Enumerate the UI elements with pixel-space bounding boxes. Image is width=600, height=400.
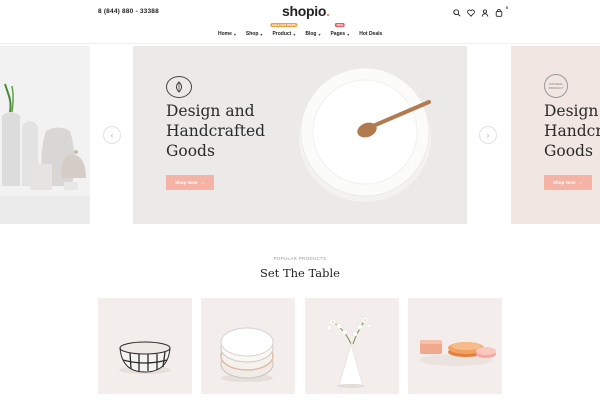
heart-icon[interactable] bbox=[466, 8, 476, 18]
chevron-down-icon: ▾ bbox=[318, 31, 321, 37]
slider-prev-button[interactable]: ‹ bbox=[103, 126, 121, 144]
chevron-down-icon: ▾ bbox=[260, 31, 263, 37]
logo[interactable]: shopio. bbox=[282, 3, 330, 19]
nav-item-blog[interactable]: Blog ▾ bbox=[305, 31, 320, 37]
header-icons: 0 bbox=[452, 5, 508, 18]
main-nav: Home ▾ Shop ▾ SALE HOT ITEMS Product ▾ Blog… bbox=[218, 23, 382, 37]
hero-title-line-2: Handcrafted bbox=[166, 122, 266, 140]
product-card[interactable] bbox=[98, 298, 192, 394]
plates-image bbox=[220, 327, 274, 382]
dishes-image bbox=[420, 340, 496, 366]
next-shop-now-button[interactable]: Shop Now → bbox=[544, 175, 592, 190]
search-icon[interactable] bbox=[452, 8, 462, 18]
chevron-down-icon: ▾ bbox=[347, 31, 350, 37]
chevron-down-icon: ▾ bbox=[233, 31, 236, 37]
nav-item-shop[interactable]: Shop ▾ bbox=[246, 31, 263, 37]
next-title-line-3: Goods bbox=[544, 142, 593, 160]
product-card[interactable] bbox=[201, 298, 295, 394]
section-subtitle: POPULAR PRODUCTS bbox=[273, 256, 327, 261]
nav-label: Home bbox=[218, 31, 232, 37]
hero-slide-active: Design and Handcrafted Goods Shop Now → bbox=[133, 46, 467, 224]
phone-number[interactable]: 8 (844) 880 - 33388 bbox=[98, 8, 159, 15]
flower-vase-image bbox=[326, 316, 372, 388]
shop-now-button[interactable]: Shop Now → bbox=[166, 175, 214, 190]
chevron-down-icon: ▾ bbox=[293, 31, 296, 37]
hero-title-line-1: Design and bbox=[166, 102, 255, 120]
nav-item-product[interactable]: SALE HOT ITEMS Product ▾ bbox=[270, 23, 298, 37]
nav-item-hot-deals[interactable]: Hot Deals bbox=[359, 31, 382, 37]
badge-line-2: PRODUCT bbox=[548, 86, 564, 90]
sale-badge: SALE HOT ITEMS bbox=[270, 23, 298, 27]
nav-label: Product bbox=[272, 31, 292, 37]
chevron-right-icon: › bbox=[486, 130, 490, 140]
next-hero-title: Design Handcr Goods bbox=[544, 101, 600, 161]
nav-label: Blog bbox=[305, 31, 317, 37]
new-badge: NEW bbox=[334, 23, 346, 27]
natural-product-badge: NATURAL PRODUCT bbox=[544, 74, 568, 98]
vases-image bbox=[0, 83, 90, 224]
next-title-line-1: Design bbox=[544, 102, 599, 120]
nav-label: Hot Deals bbox=[359, 31, 383, 37]
header: 8 (844) 880 - 33388 shopio. 0 Home ▾ Shop… bbox=[0, 0, 600, 44]
arrow-right-icon: → bbox=[578, 180, 584, 185]
logo-dot: . bbox=[326, 3, 330, 19]
hero-title: Design and Handcrafted Goods bbox=[166, 101, 265, 161]
arrow-right-icon: → bbox=[200, 180, 206, 185]
cart-icon[interactable]: 0 bbox=[494, 5, 508, 18]
hero-title-line-3: Goods bbox=[166, 142, 215, 160]
next-title-line-2: Handcr bbox=[544, 122, 600, 140]
slider-next-button[interactable]: › bbox=[479, 126, 497, 144]
hero-slide-previous[interactable] bbox=[0, 46, 90, 224]
section-title: Set The Table bbox=[0, 266, 600, 280]
logo-text: shopio bbox=[282, 3, 327, 19]
cart-count: 0 bbox=[505, 5, 508, 10]
bowl-image bbox=[119, 341, 171, 374]
product-card[interactable] bbox=[408, 298, 502, 394]
nav-item-pages[interactable]: NEW Pages ▾ bbox=[330, 23, 350, 37]
chevron-left-icon: ‹ bbox=[110, 130, 114, 140]
product-card[interactable] bbox=[305, 298, 399, 394]
nav-item-home[interactable]: Home ▾ bbox=[218, 31, 236, 37]
user-icon[interactable] bbox=[480, 8, 490, 18]
nav-label: Shop bbox=[245, 31, 259, 37]
shop-now-label: Shop Now bbox=[552, 180, 576, 185]
hero-slide-next[interactable]: NATURAL PRODUCT Design Handcr Goods Shop… bbox=[511, 46, 600, 224]
section-title-text: Set The Table bbox=[260, 266, 340, 280]
shop-now-label: Shop Now bbox=[174, 180, 198, 185]
leaf-logo-badge bbox=[166, 76, 192, 98]
leaf-icon bbox=[176, 81, 182, 93]
nav-label: Pages bbox=[330, 31, 346, 37]
